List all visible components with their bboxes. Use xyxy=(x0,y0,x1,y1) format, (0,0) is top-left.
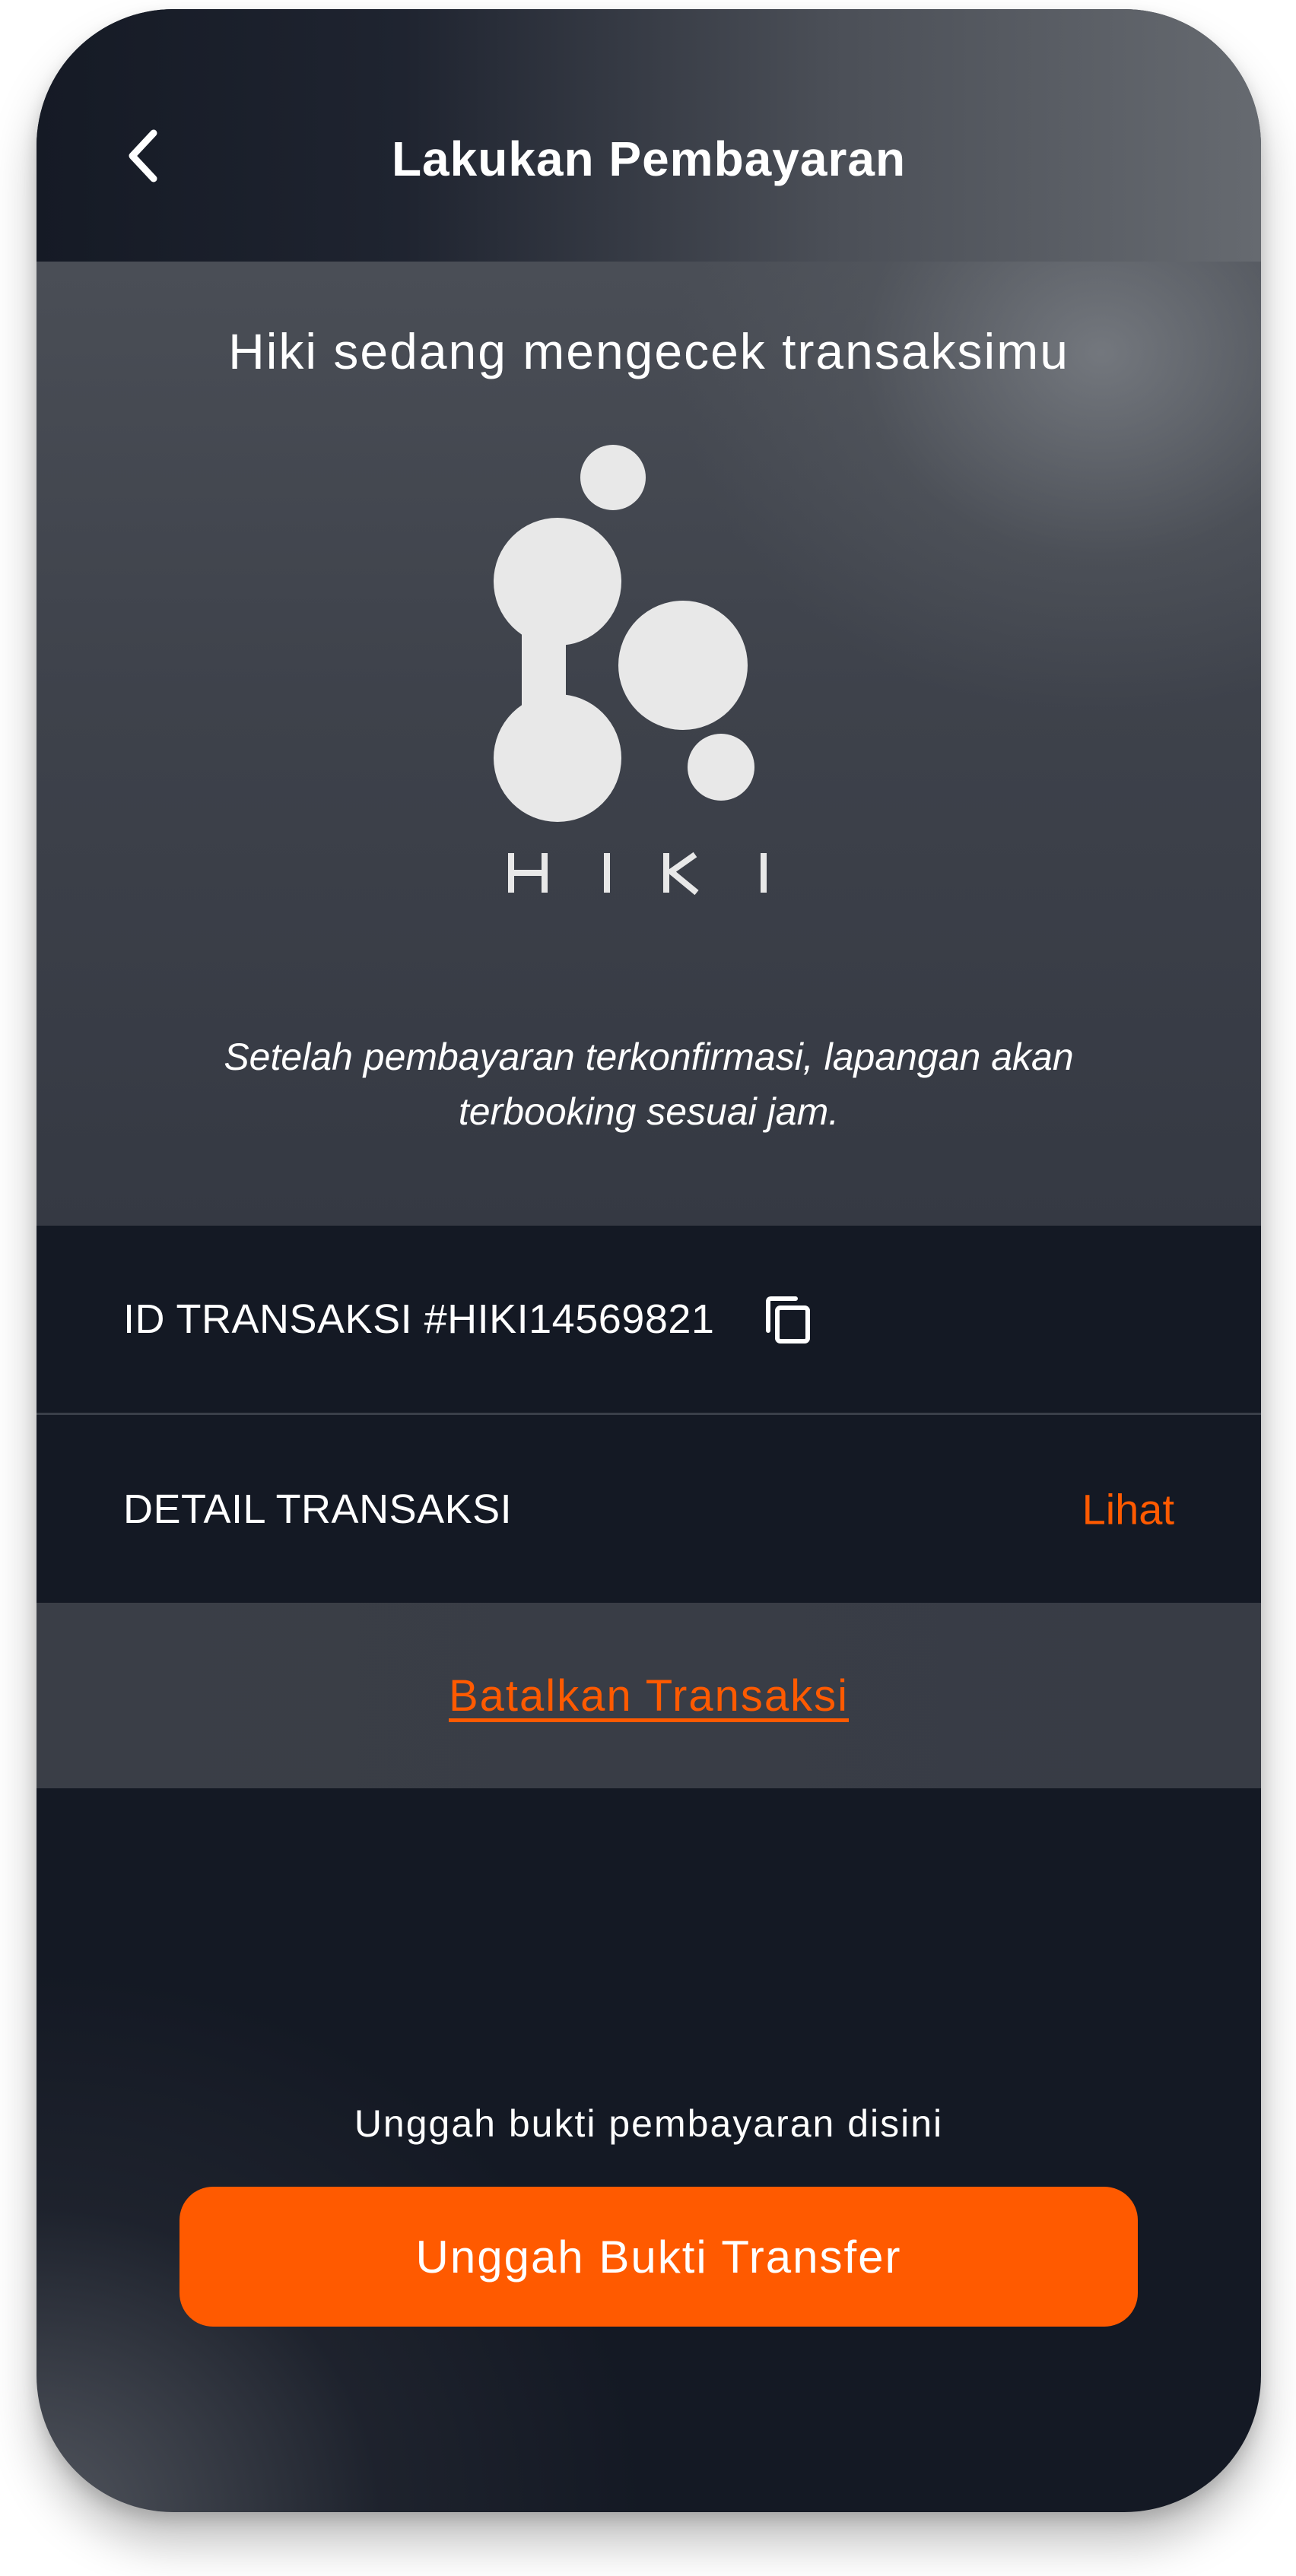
cancel-row: Batalkan Transaksi xyxy=(37,1603,1261,1788)
app-header: Lakukan Pembayaran xyxy=(37,9,1261,262)
status-panel: Hiki sedang mengecek transaksimu Setelah… xyxy=(37,262,1261,1226)
copy-icon[interactable] xyxy=(761,1293,814,1346)
upload-hint: Unggah bukti pembayaran disini xyxy=(354,2102,944,2145)
transaction-id-row: ID TRANSAKSI #HIKI14569821 xyxy=(37,1226,1261,1413)
phone-screen: Lakukan Pembayaran Hiki sedang mengecek … xyxy=(37,9,1261,2512)
transaction-id-label: ID TRANSAKSI #HIKI14569821 xyxy=(123,1296,715,1342)
cancel-transaction-link[interactable]: Batalkan Transaksi xyxy=(449,1670,849,1721)
transaction-detail-label: DETAIL TRANSAKSI xyxy=(123,1486,513,1532)
status-note: Setelah pembayaran terkonfirmasi, lapang… xyxy=(224,1036,1074,1133)
transaction-detail-row: DETAIL TRANSAKSI Lihat xyxy=(37,1415,1261,1603)
view-detail-link[interactable]: Lihat xyxy=(1082,1484,1174,1534)
upload-transfer-button[interactable]: Unggah Bukti Transfer xyxy=(179,2187,1138,2327)
status-heading: Hiki sedang mengecek transaksimu xyxy=(228,323,1069,379)
hiki-logo xyxy=(493,444,812,900)
page-title: Lakukan Pembayaran xyxy=(391,132,907,186)
